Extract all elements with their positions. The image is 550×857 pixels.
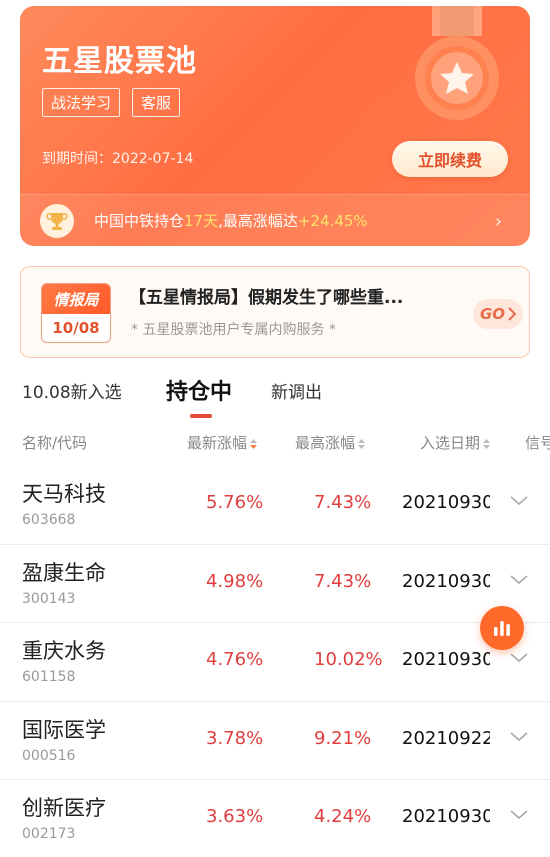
highest-change: 7.43% [314,570,372,592]
intel-title: 【五星情报局】假期发生了哪些重... [129,288,404,308]
stock-name: 创新医疗 [22,796,106,820]
latest-change: 3.63% [206,806,264,827]
chevron-down-icon[interactable] [510,574,528,585]
renew-button[interactable]: 立即续费 [392,141,508,177]
tab-bar: 10.08新入选 持仓中 新调出 [0,370,550,420]
sort-icon [250,438,258,449]
latest-change: 5.76% [206,492,264,513]
stock-code: 300143 [22,590,76,607]
stock-name: 重庆水务 [22,639,106,663]
chevron-down-icon[interactable] [510,653,528,663]
go-button[interactable]: GO [473,299,523,329]
page-title: 五星股票池 [42,44,197,79]
expire-date: 到期时间：2022-07-14 [42,151,194,167]
table-row[interactable]: 重庆水务 601158 4.76% 10.02% 20210930 [0,623,550,702]
latest-change: 4.76% [206,649,264,670]
stock-name: 天马科技 [22,482,106,506]
holding-highlight-banner[interactable]: 中国中铁持仓17天,最高涨幅达+24.45% › [20,194,530,246]
tab-removed[interactable]: 新调出 [271,378,322,403]
bar-chart-icon [494,621,510,636]
selection-date: 20210930 [402,492,490,513]
trophy-icon [40,203,74,238]
table-row[interactable]: 创新医疗 002173 3.63% 4.24% 20210930 [0,780,550,857]
stock-code: 601158 [22,669,76,685]
chevron-right-icon [508,307,517,321]
stock-name: 国际医学 [22,717,106,742]
selection-date: 20210930 [402,649,490,670]
column-highest-sort[interactable]: 最高涨幅 [295,432,366,453]
highest-change: 4.24% [314,806,372,827]
customer-service-link[interactable]: 客服 [132,88,181,117]
latest-change: 4.98% [206,570,264,592]
stock-code: 000516 [22,747,76,764]
intel-subtitle: * 五星股票池用户专属内购服务 * [131,322,336,338]
table-row[interactable]: 盈康生命 300143 4.98% 7.43% 20210930 [0,545,550,623]
tab-new-selection[interactable]: 10.08新入选 [22,378,122,403]
selection-date: 20210930 [402,570,490,592]
chevron-right-icon: › [494,211,502,232]
strategy-learning-link[interactable]: 战法学习 [42,88,121,117]
column-date-sort[interactable]: 入选日期 [420,432,491,453]
column-latest-sort[interactable]: 最新涨幅 [187,432,258,453]
table-header: 名称/代码 最新涨幅 最高涨幅 入选日期 信号 [0,430,550,456]
table-row[interactable]: 国际医学 000516 3.78% 9.21% 20210922 [0,702,550,780]
active-tab-indicator [190,414,212,418]
tab-holding[interactable]: 持仓中 [166,374,232,406]
stock-name: 盈康生命 [22,560,106,585]
intel-bureau-card[interactable]: 情报局 10/08 【五星情报局】假期发生了哪些重... * 五星股票池用户专属… [20,266,530,358]
chart-float-button[interactable] [480,606,524,650]
stock-list: 天马科技 603668 5.76% 7.43% 20210930 盈康生命 30… [0,466,550,857]
banner-text: 中国中铁持仓17天,最高涨幅达+24.45% [94,212,368,230]
selection-date: 20210922 [402,727,490,749]
column-name: 名称/代码 [22,434,88,452]
stock-code: 002173 [22,826,76,842]
selection-date: 20210930 [402,806,490,827]
sort-icon [483,438,491,449]
intel-badge: 情报局 10/08 [41,283,111,343]
latest-change: 3.78% [206,727,264,749]
chevron-down-icon[interactable] [510,496,528,506]
stock-code: 603668 [22,512,76,528]
pool-header-card: 五星股票池 战法学习 客服 到期时间：2022-07-14 立即续费 中国中铁持… [20,6,530,246]
highest-change: 10.02% [314,649,383,670]
column-signal: 信号 [525,434,550,452]
medal-icon [415,6,499,120]
sort-icon [358,438,366,449]
table-row[interactable]: 天马科技 603668 5.76% 7.43% 20210930 [0,466,550,545]
chevron-down-icon[interactable] [510,810,528,820]
highest-change: 9.21% [314,727,372,749]
chevron-down-icon[interactable] [510,731,528,742]
highest-change: 7.43% [314,492,372,513]
